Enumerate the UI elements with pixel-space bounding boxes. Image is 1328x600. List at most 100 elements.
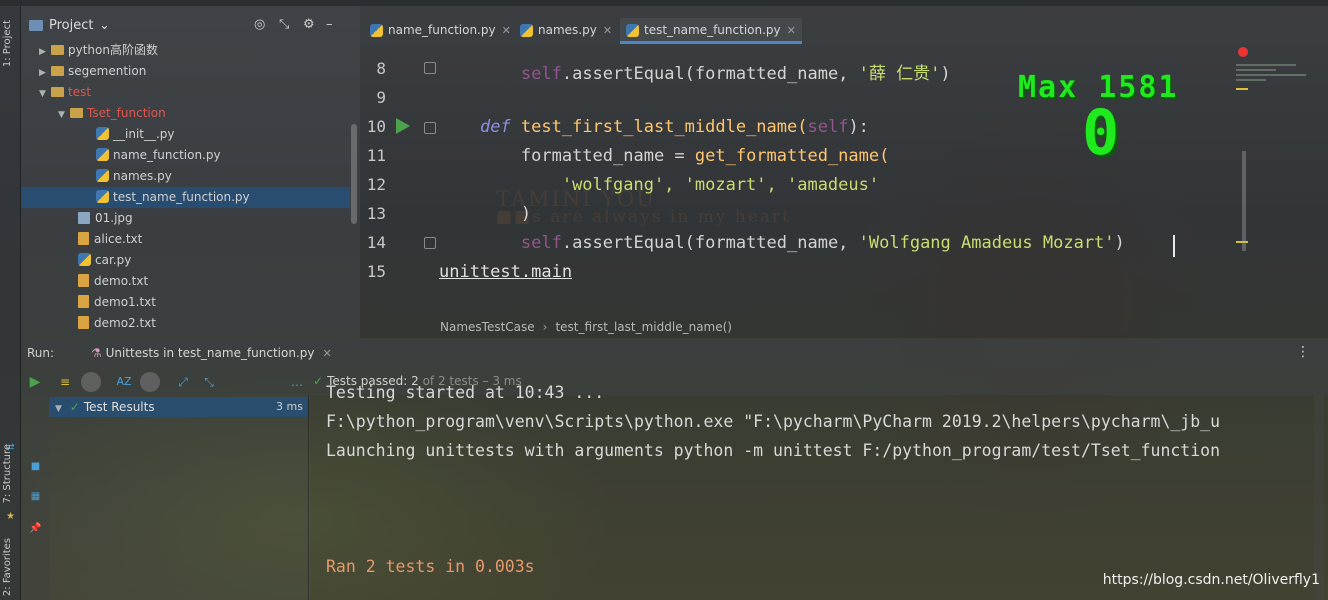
test-results-row[interactable]: ▼ ✓ Test Results 3 ms [49, 397, 307, 417]
more-actions-icon[interactable]: … [287, 372, 307, 392]
passed-check-icon: ✓ [69, 400, 80, 414]
console-line: Launching unittests with arguments pytho… [326, 441, 1221, 460]
stop-icon[interactable]: ■ [29, 461, 42, 472]
folder-icon [70, 108, 83, 118]
pin-icon[interactable]: 📌 [29, 523, 42, 534]
tree-item-label: 01.jpg [95, 211, 133, 225]
run-console[interactable]: Testing started at 10:43 ... F:\python_p… [310, 383, 1328, 600]
fold-marker-icon[interactable] [424, 122, 436, 134]
tree-item-tset-function[interactable]: ▼ Tset_function [58, 103, 166, 124]
close-icon[interactable]: ✕ [323, 347, 332, 360]
tree-item-names-py[interactable]: names.py [96, 166, 172, 187]
sort-alpha-icon[interactable]: AZ [114, 372, 134, 392]
project-folder-icon [29, 20, 43, 31]
favorites-tool-tab[interactable]: 2: Favorites [2, 538, 13, 596]
tab-test-name-function-py[interactable]: test_name_function.py ✕ [620, 18, 802, 44]
error-indicator-icon[interactable] [1238, 47, 1248, 57]
tree-item-car-py[interactable]: car.py [78, 250, 131, 271]
code-line-13[interactable]: ) [439, 204, 531, 224]
python-file-icon [78, 253, 91, 266]
locate-target-icon[interactable]: ◎ [254, 17, 265, 32]
image-file-icon [78, 212, 90, 224]
python-file-icon [370, 24, 383, 37]
tree-item-label: Tset_function [87, 106, 166, 120]
tab-name-function-py[interactable]: name_function.py ✕ [368, 18, 511, 44]
close-icon[interactable]: ✕ [787, 24, 796, 37]
breadcrumb-separator-icon: › [542, 320, 548, 334]
tree-item-01-jpg[interactable]: 01.jpg [78, 208, 133, 229]
project-panel: Project ⌄ ◎ ⤡ ⚙ – ▶ python高阶函数 ▶ segementi… [21, 6, 360, 338]
run-side-strip: ■ ▦ 📌 [21, 395, 49, 600]
fold-marker-icon[interactable] [424, 237, 436, 249]
python-file-icon [626, 24, 639, 37]
tree-item-init-py[interactable]: __init__.py [96, 124, 175, 145]
code-line-8[interactable]: self.assertEqual(formatted_name, '薛 仁贵') [439, 59, 951, 84]
editor-scrollbar[interactable] [1242, 151, 1246, 251]
tree-item-test-name-function-py[interactable]: test_name_function.py [21, 187, 350, 208]
overlay-score-value: 0 [1082, 96, 1120, 169]
fold-marker-icon[interactable] [424, 62, 436, 74]
show-passed-icon[interactable]: ≡ [55, 372, 75, 392]
passed-check-icon: ✓ [313, 374, 324, 388]
warning-stripe[interactable] [1236, 88, 1248, 90]
collapse-arrow-icon[interactable]: ▼ [58, 105, 70, 126]
favorites-star-icon: ★ [6, 511, 15, 522]
project-panel-title[interactable]: Project [49, 18, 93, 33]
breadcrumb-method[interactable]: test_first_last_middle_name() [555, 320, 732, 334]
more-options-icon[interactable]: ⋮ [1296, 344, 1310, 360]
line-number: 11 [366, 146, 386, 165]
close-icon[interactable]: ✕ [502, 24, 511, 37]
hide-panel-icon[interactable]: – [326, 17, 333, 32]
tab-names-py[interactable]: names.py ✕ [518, 18, 612, 44]
structure-tool-tab[interactable]: 7: Structure [2, 444, 13, 503]
python-file-icon [96, 190, 109, 203]
close-icon[interactable]: ✕ [603, 24, 612, 37]
show-ignored-button[interactable] [81, 372, 101, 392]
code-line-11[interactable]: formatted_name = get_formatted_name( [439, 146, 889, 166]
breadcrumb: NamesTestCase › test_first_last_middle_nam… [440, 320, 732, 334]
tree-item-label: __init__.py [113, 127, 175, 141]
collapse-arrow-icon[interactable]: ▼ [39, 84, 51, 105]
line-number: 9 [376, 88, 386, 107]
rerun-play-icon[interactable]: ▶ [25, 372, 45, 392]
collapse-all-icon[interactable]: ⤡ [199, 372, 219, 392]
tree-item-test[interactable]: ▼ test [39, 82, 91, 103]
code-line-15[interactable]: unittest.main [439, 262, 572, 282]
expand-all-icon[interactable]: ⤢ [173, 372, 193, 392]
sort-duration-button[interactable] [140, 372, 160, 392]
tree-item-demo-txt[interactable]: demo.txt [78, 271, 148, 292]
console-line: F:\python_program\venv\Scripts\python.ex… [326, 412, 1221, 431]
tree-item-label: python高阶函数 [68, 43, 158, 57]
tree-item-name-function-py[interactable]: name_function.py [96, 145, 221, 166]
code-line-12[interactable]: 'wolfgang', 'mozart', 'amadeus' [439, 175, 879, 195]
expand-arrow-icon[interactable]: ▶ [39, 63, 51, 84]
tree-item-python-higher-order[interactable]: ▶ python高阶函数 [39, 40, 158, 61]
run-tab[interactable]: ⚗ Unittests in test_name_function.py ✕ [91, 346, 332, 360]
code-line-14[interactable]: self.assertEqual(formatted_name, 'Wolfga… [439, 233, 1125, 253]
chevron-down-icon[interactable]: ⌄ [99, 18, 110, 33]
expand-arrow-icon[interactable]: ▶ [39, 42, 51, 63]
run-label: Run: [27, 346, 55, 360]
line-number: 13 [366, 204, 386, 223]
folder-icon [51, 66, 64, 76]
project-tool-tab[interactable]: 1: Project [2, 20, 13, 67]
tree-item-segemention[interactable]: ▶ segemention [39, 61, 146, 82]
python-file-icon [96, 127, 109, 140]
layout-icon[interactable]: ▦ [29, 491, 42, 502]
tree-item-label: test_name_function.py [113, 190, 250, 204]
run-test-gutter-icon[interactable] [396, 118, 410, 134]
collapse-icon[interactable]: ⤡ [279, 17, 289, 32]
settings-gear-icon[interactable]: ⚙ [303, 17, 315, 32]
breadcrumb-class[interactable]: NamesTestCase [440, 320, 535, 334]
text-file-icon [78, 232, 89, 245]
test-results-time: 3 ms [276, 400, 303, 413]
tree-item-demo1-txt[interactable]: demo1.txt [78, 292, 156, 313]
text-file-icon [78, 316, 89, 329]
tree-item-alice-txt[interactable]: alice.txt [78, 229, 142, 250]
code-line-10[interactable]: def test_first_last_middle_name(self): [439, 117, 869, 137]
tree-item-demo2-txt[interactable]: demo2.txt [78, 313, 156, 334]
collapse-arrow-icon[interactable]: ▼ [55, 404, 62, 414]
run-window-header: Run: ⚗ Unittests in test_name_function.p… [21, 340, 1328, 368]
python-file-icon [96, 148, 109, 161]
console-scrollbar[interactable] [1314, 395, 1324, 600]
